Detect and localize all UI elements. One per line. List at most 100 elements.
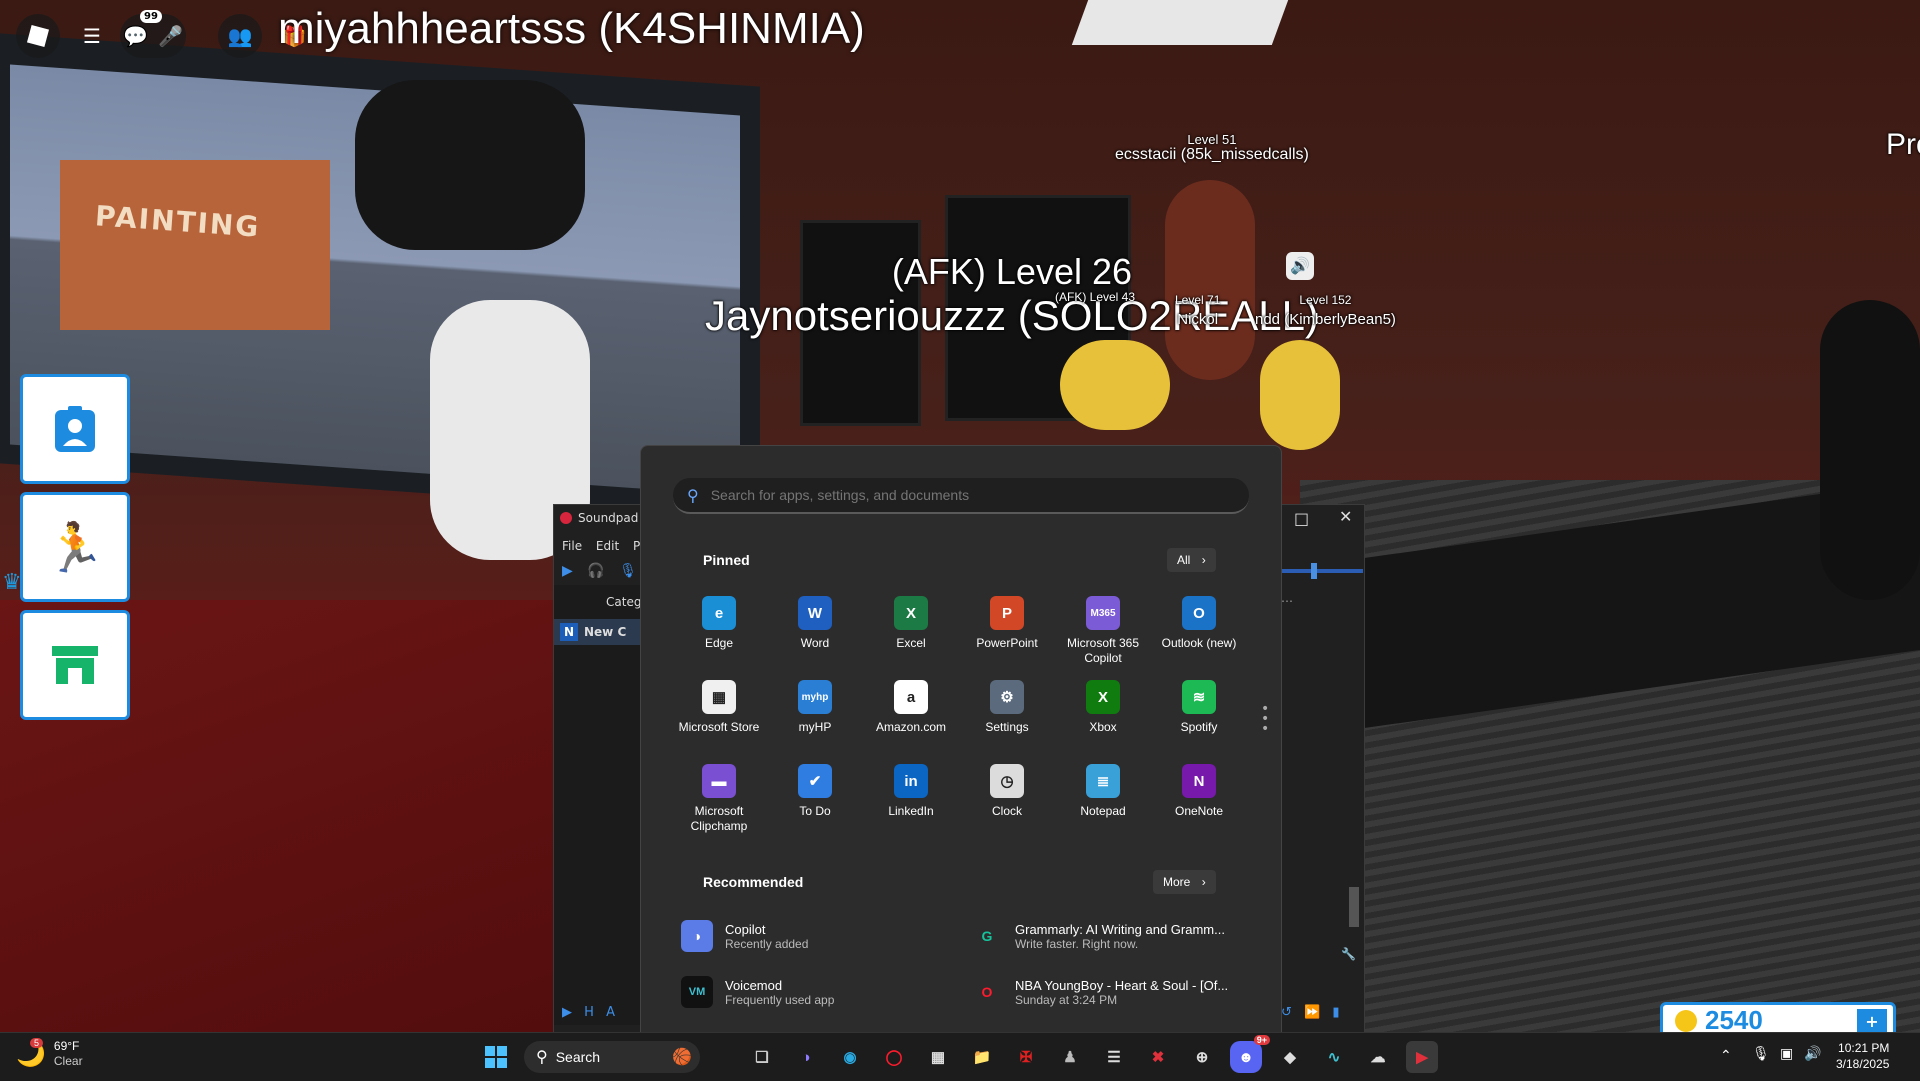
volume-thumb[interactable]: [1311, 563, 1317, 579]
store-taskbar-button[interactable]: ▦: [922, 1041, 954, 1073]
chat-button[interactable]: 💬 99 🎤: [120, 10, 186, 58]
file-explorer-button[interactable]: 📁: [966, 1041, 998, 1073]
id-card-button[interactable]: [20, 374, 130, 484]
emote-button[interactable]: 🏃: [20, 492, 130, 602]
pinned-app[interactable]: e Edge: [671, 596, 767, 651]
pinned-app[interactable]: P PowerPoint: [959, 596, 1055, 651]
tray-mic-button[interactable]: 🎙: [1752, 1045, 1770, 1062]
start-menu[interactable]: ⚲ Pinned All › e Edge W Word X Excel P PowerPoi…: [640, 445, 1282, 1033]
x-app-taskbar-button[interactable]: ✖: [1142, 1041, 1174, 1073]
pinned-app[interactable]: ◷ Clock: [959, 764, 1055, 819]
pinned-app-label: OneNote: [1174, 804, 1224, 818]
pinned-app[interactable]: W Word: [767, 596, 863, 651]
roblox-taskbar-button[interactable]: ◆: [1274, 1041, 1306, 1073]
capcut-taskbar-button[interactable]: ⊕: [1186, 1041, 1218, 1073]
edge-icon: e: [702, 596, 736, 630]
taskbar-search-label: Search: [555, 1049, 601, 1065]
pinned-app-label: myHP: [798, 720, 832, 734]
chat-bubble-icon[interactable]: ▮: [1332, 1005, 1339, 1020]
microphone-icon: 🎙: [1752, 1045, 1770, 1061]
copilot-taskbar-button[interactable]: ◑: [790, 1041, 822, 1073]
pinned-app[interactable]: a Amazon.com: [863, 680, 959, 735]
friends-button[interactable]: 👥: [218, 14, 262, 58]
windows-start-button[interactable]: [480, 1041, 512, 1073]
volume-button[interactable]: 🔊: [1804, 1045, 1821, 1062]
player-title: miyahhheartsss (K4SHINMIA): [278, 4, 865, 53]
play-icon[interactable]: ▶: [562, 563, 573, 579]
pinned-app[interactable]: ≣ Notepad: [1055, 764, 1151, 819]
close-button[interactable]: ✕: [1339, 507, 1352, 526]
task-view-button[interactable]: ❏: [746, 1041, 778, 1073]
edge-taskbar-button[interactable]: ◉: [834, 1041, 866, 1073]
start-search-box[interactable]: ⚲: [673, 478, 1249, 514]
taskbar-search[interactable]: ⚲ Search 🏀: [524, 1041, 700, 1073]
nameplate-level: (AFK) Level 26: [891, 251, 1133, 292]
discord-taskbar-button[interactable]: ☻ 9+: [1230, 1035, 1270, 1073]
soundpad-toolbar: ▶ 🎧 🎙: [562, 563, 637, 579]
recommended-item[interactable]: O NBA YoungBoy - Heart & Soul - [Of... Sun…: [971, 968, 1251, 1016]
steam-like-taskbar-button[interactable]: ☰: [1098, 1041, 1130, 1073]
maximize-icon: □: [1294, 509, 1310, 528]
voicemod-taskbar-button[interactable]: ∿: [1318, 1041, 1350, 1073]
nameplate-jaynotseriouzzz: (AFK) Level 26 Jaynotseriouzzz (SOLO2REA…: [705, 250, 1319, 338]
pinned-app[interactable]: myhp myHP: [767, 680, 863, 735]
pinned-app[interactable]: in LinkedIn: [863, 764, 959, 819]
page-dots-icon[interactable]: • • •: [1261, 702, 1269, 736]
voicemod-icon: ∿: [1327, 1049, 1341, 1066]
play-small-icon[interactable]: ▶: [562, 1005, 572, 1020]
menu-file[interactable]: File: [562, 539, 582, 553]
hotkey-a-icon[interactable]: A: [606, 1005, 615, 1020]
start-search-input[interactable]: [708, 486, 1213, 504]
ellipsis-icon[interactable]: …: [1281, 591, 1293, 605]
pinned-app-label: Settings: [985, 720, 1029, 734]
nameplate-ndd: Level 152 ndd (KimberlyBean5): [1255, 290, 1396, 330]
all-apps-button[interactable]: All ›: [1167, 548, 1216, 572]
pinned-app[interactable]: N OneNote: [1151, 764, 1247, 819]
network-button[interactable]: ▣: [1780, 1045, 1793, 1062]
pinned-app[interactable]: X Excel: [863, 596, 959, 651]
pinned-app[interactable]: O Outlook (new): [1151, 596, 1247, 651]
pinned-app[interactable]: ▬ Microsoft Clipchamp: [671, 764, 767, 834]
tray-overflow-button[interactable]: ⌃: [1720, 1047, 1732, 1064]
skip-icon[interactable]: ⏩: [1304, 1005, 1320, 1020]
pinned-app[interactable]: M365 Microsoft 365 Copilot: [1055, 596, 1151, 666]
mic-icon[interactable]: 🎙: [619, 563, 637, 579]
headphones-icon[interactable]: 🎧: [587, 563, 604, 579]
hamburger-menu-button[interactable]: ☰: [70, 14, 114, 58]
wrench-icon[interactable]: 🔧: [1341, 947, 1356, 961]
weather-widget[interactable]: 🌙 5 69°F Clear: [16, 1037, 83, 1069]
pinned-app-label: LinkedIn: [888, 804, 934, 818]
menu-edit[interactable]: Edit: [596, 539, 619, 553]
folder-icon: 📁: [972, 1049, 992, 1066]
more-button[interactable]: More ›: [1153, 870, 1216, 894]
scrollbar-thumb[interactable]: [1349, 887, 1359, 927]
category-row[interactable]: N New C: [554, 619, 640, 645]
maximize-button[interactable]: □: [1294, 509, 1309, 528]
onenote-icon: N: [1182, 764, 1216, 798]
category-icon: N: [560, 623, 578, 641]
repeat-icon[interactable]: ↺: [1281, 1005, 1292, 1020]
moon-weather-icon: 🌙 5: [16, 1037, 46, 1068]
roblox-menu-button[interactable]: [16, 14, 60, 58]
app-taskbar-button[interactable]: ♟: [1054, 1041, 1086, 1073]
volume-slider[interactable]: [1281, 563, 1363, 579]
soundpad-taskbar-button[interactable]: ▶: [1406, 1041, 1438, 1073]
hotkey-h-icon[interactable]: H: [584, 1005, 594, 1020]
pinned-app[interactable]: ▦ Microsoft Store: [671, 680, 767, 735]
discord-icon: ☻: [1238, 1048, 1254, 1066]
nameplate-name: ndd (KimberlyBean5): [1255, 311, 1396, 328]
cloud-app-taskbar-button[interactable]: ☁: [1362, 1041, 1394, 1073]
recommended-item[interactable]: VM Voicemod Frequently used app: [681, 968, 961, 1016]
pinned-app-label: Amazon.com: [875, 720, 947, 734]
recommended-item[interactable]: ◑ Copilot Recently added: [681, 912, 961, 960]
pinned-app[interactable]: ✔ To Do: [767, 764, 863, 819]
opera-taskbar-button[interactable]: ◯: [878, 1041, 910, 1073]
game-taskbar-button[interactable]: ✠: [1010, 1041, 1042, 1073]
soundpad-bottom-toolbar-right: ↺ ⏩ ▮: [1281, 1005, 1340, 1020]
shop-button[interactable]: [20, 610, 130, 720]
pinned-app[interactable]: ⚙ Settings: [959, 680, 1055, 735]
clock-area[interactable]: 10:21 PM 3/18/2025: [1836, 1040, 1889, 1072]
pinned-app[interactable]: ≋ Spotify: [1151, 680, 1247, 735]
pinned-app[interactable]: X Xbox: [1055, 680, 1151, 735]
recommended-item[interactable]: G Grammarly: AI Writing and Gramm... Write…: [971, 912, 1251, 960]
